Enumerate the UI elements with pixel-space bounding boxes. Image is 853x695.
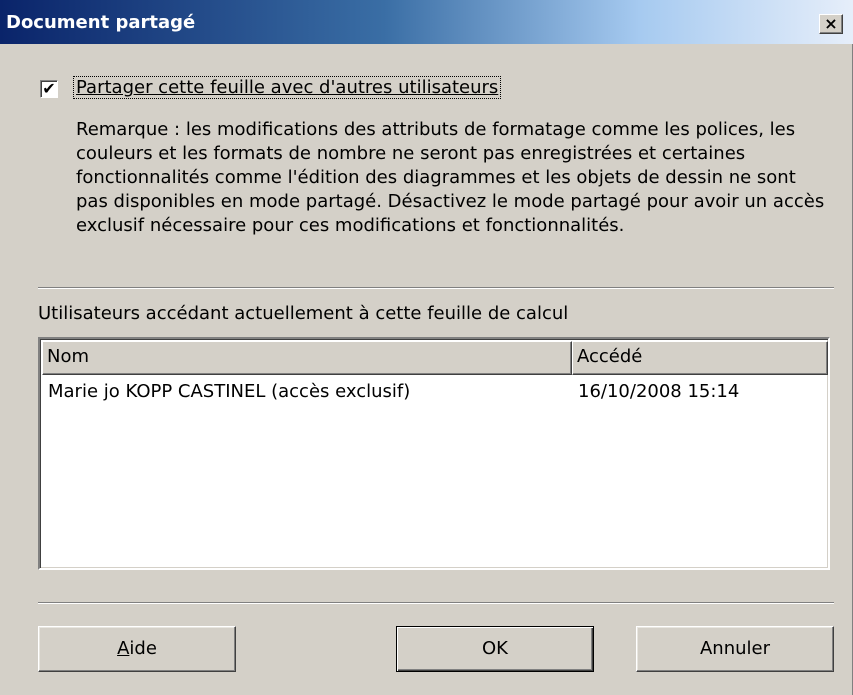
help-accelerator: A — [117, 638, 130, 659]
close-icon: × — [824, 14, 838, 33]
users-list-label: Utilisateurs accédant actuellement à cet… — [38, 303, 569, 324]
share-checkbox[interactable]: ✔ — [40, 80, 58, 98]
accessed-time-cell: 16/10/2008 15:14 — [578, 381, 740, 402]
table-row[interactable]: Marie jo KOPP CASTINEL (accès exclusif) … — [42, 379, 826, 407]
title-bar[interactable]: Document partagé × — [0, 0, 853, 44]
help-button[interactable]: Aide — [38, 626, 236, 672]
user-name-cell: Marie jo KOPP CASTINEL (accès exclusif) — [48, 381, 411, 402]
share-checkbox-label[interactable]: Partager cette feuille avec d'autres uti… — [72, 76, 502, 99]
check-icon: ✔ — [42, 79, 56, 98]
separator-top — [38, 287, 834, 289]
remark-text: Remarque : les modifications des attribu… — [76, 119, 825, 236]
cancel-button[interactable]: Annuler — [636, 626, 834, 672]
help-label-rest: ide — [129, 638, 157, 659]
separator-bottom — [38, 602, 834, 604]
users-listbox[interactable]: Nom Accédé Marie jo KOPP CASTINEL (accès… — [38, 337, 830, 570]
close-button[interactable]: × — [819, 14, 843, 34]
column-header-accessed[interactable]: Accédé — [572, 341, 828, 375]
list-header: Nom Accédé — [42, 341, 828, 375]
column-header-name[interactable]: Nom — [42, 341, 572, 375]
ok-button[interactable]: OK — [396, 626, 594, 672]
shared-document-dialog: Document partagé × ✔ Partager cette feui… — [0, 0, 853, 695]
dialog-title: Document partagé — [6, 12, 196, 33]
